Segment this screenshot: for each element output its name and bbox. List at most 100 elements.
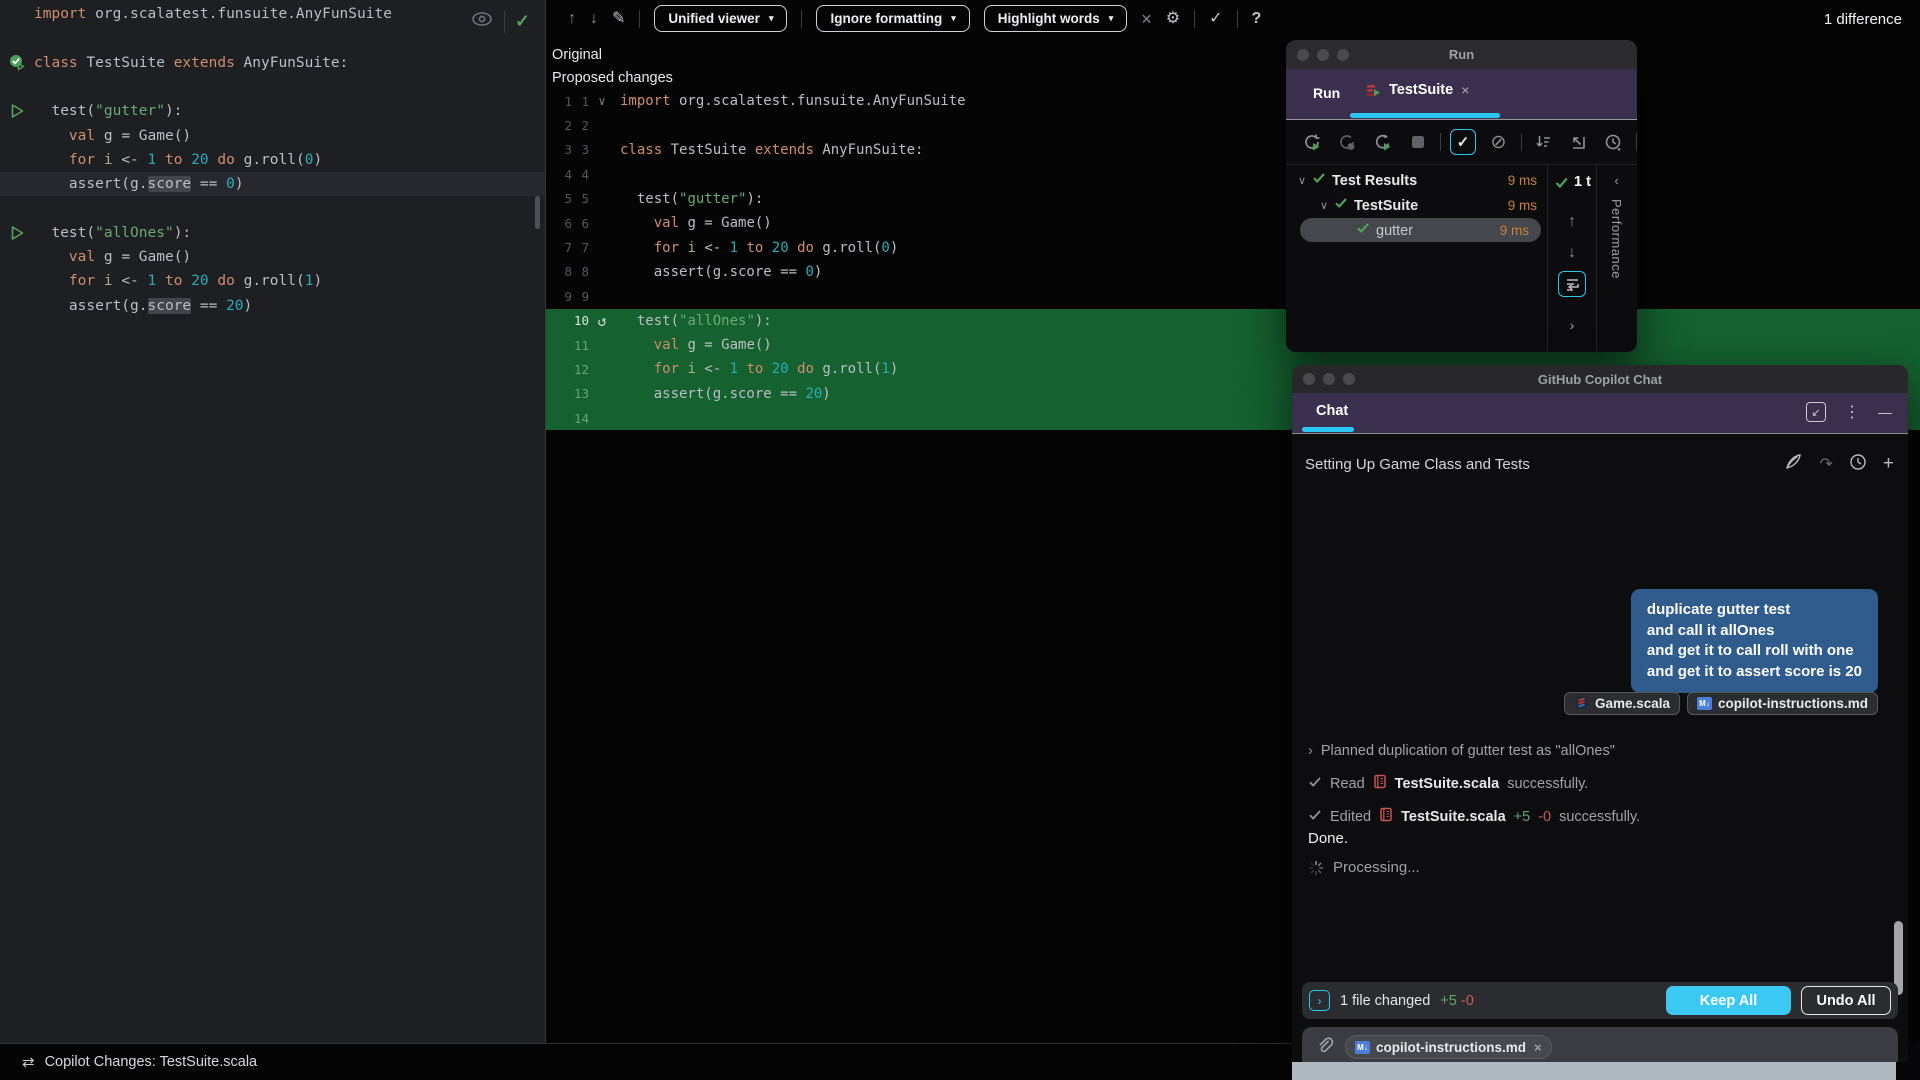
test-history-icon[interactable]	[1601, 129, 1627, 155]
highlight-words-dropdown[interactable]: Highlight words ▾	[983, 5, 1128, 32]
toggle-auto-test-icon[interactable]	[1369, 129, 1395, 155]
run-test-gutter-icon[interactable]	[0, 103, 34, 119]
expand-chevron-icon[interactable]: ∨	[1294, 174, 1310, 187]
test-results-tree: ∨ Test Results 9 ms ∨ TestSuite 9 ms gutter 9 m…	[1286, 165, 1548, 351]
history-icon[interactable]	[1849, 453, 1867, 476]
rerun-failed-tests-icon[interactable]	[1334, 129, 1360, 155]
test-tree-row[interactable]: ∨ Test Results 9 ms	[1286, 168, 1547, 193]
run-class-gutter-icon[interactable]	[0, 54, 34, 71]
zoom-window-button[interactable]	[1337, 48, 1349, 61]
panel-splitter[interactable]	[545, 0, 546, 1043]
new-chat-icon[interactable]: +	[1883, 453, 1894, 475]
ignore-formatting-dropdown[interactable]: Ignore formatting ▾	[816, 5, 970, 32]
code-line: class TestSuite extends AnyFunSuite:	[0, 51, 545, 75]
zoom-window-button[interactable]	[1343, 373, 1355, 385]
screen: Write a failing test Make the test pass …	[0, 0, 1920, 1080]
next-occurrence-icon[interactable]: ↓	[1568, 244, 1576, 262]
step-suffix: successfully.	[1507, 775, 1589, 792]
minimize-window-button[interactable]	[1323, 373, 1335, 385]
attachment-chip[interactable]: Game.scala	[1563, 692, 1680, 715]
toolbar-divider	[639, 9, 641, 28]
collapsed-step-row[interactable]: › Planned duplication of gutter test as "…	[1308, 734, 1888, 767]
expand-changes-icon[interactable]: ›	[1309, 990, 1330, 1011]
line-number-added: 12	[573, 361, 589, 377]
rerun-tests-icon[interactable]	[1299, 129, 1325, 155]
active-tab-underline	[1350, 113, 1500, 118]
chat-body: Setting Up Game Class and Tests ↷ + dupl…	[1292, 434, 1908, 1062]
test-passed-icon	[1312, 171, 1326, 190]
help-icon[interactable]: ?	[1252, 10, 1262, 27]
expand-chevron-icon[interactable]: ›	[1308, 743, 1313, 759]
test-tree-row[interactable]: gutter 9 ms	[1286, 218, 1547, 243]
window-controls[interactable]	[1303, 373, 1355, 385]
collapse-icon[interactable]: ×	[1141, 10, 1152, 28]
close-window-button[interactable]	[1303, 373, 1315, 385]
hide-panel-icon[interactable]: —	[1878, 404, 1892, 420]
test-duration: 9 ms	[1507, 173, 1537, 188]
code-text: test("allOnes"):	[620, 312, 772, 329]
more-chevron-icon[interactable]: ›	[1570, 317, 1575, 333]
next-change-icon[interactable]: ↓	[590, 10, 598, 27]
import-test-results-icon[interactable]	[1558, 271, 1586, 297]
context-chip[interactable]: M↓ copilot-instructions.md ×	[1345, 1035, 1552, 1059]
expand-chevron-icon[interactable]: ∨	[1316, 199, 1332, 212]
run-titlebar[interactable]: Run	[1286, 40, 1637, 69]
window-controls[interactable]	[1297, 48, 1349, 61]
show-passed-icon[interactable]: ✓	[1449, 129, 1477, 155]
tab-chat[interactable]: Chat	[1316, 403, 1348, 419]
diff-line: 22	[546, 113, 1920, 137]
diff-line: 55 test("gutter"):	[546, 187, 1920, 211]
previous-occurrence-icon[interactable]: ↑	[1568, 213, 1576, 231]
performance-tab[interactable]: Performance	[1609, 199, 1624, 279]
accepted-check-icon[interactable]: ✓	[515, 11, 530, 32]
user-message-line: and get it to assert score is 20	[1646, 662, 1862, 680]
icon-divider	[504, 10, 505, 33]
undo-all-button[interactable]: Undo All	[1801, 986, 1891, 1015]
close-window-button[interactable]	[1297, 48, 1309, 61]
revert-change-icon[interactable]: ↺	[589, 312, 615, 330]
viewer-mode-dropdown[interactable]: Unified viewer ▾	[654, 5, 788, 32]
code-line: for i <- 1 to 20 do g.roll(1)	[0, 269, 545, 293]
chat-titlebar[interactable]: GitHub Copilot Chat	[1292, 365, 1908, 393]
attach-paperclip-icon[interactable]	[1316, 1036, 1334, 1059]
remove-chip-icon[interactable]: ×	[1534, 1040, 1542, 1055]
options-kebab-icon[interactable]: ⋮	[1844, 402, 1860, 422]
edit-session-icon[interactable]	[1784, 452, 1803, 476]
line-number-before: 9	[564, 288, 572, 304]
redo-icon[interactable]: ↷	[1819, 454, 1832, 474]
chat-input-panel[interactable]: M↓ copilot-instructions.md × Add context…	[1302, 1027, 1898, 1062]
minimize-window-button[interactable]	[1317, 48, 1329, 61]
compare-arrows-icon: ⇄	[22, 1054, 35, 1071]
line-number-after: 5	[581, 191, 589, 207]
step-check-icon	[1308, 808, 1322, 826]
tab-run[interactable]: Run	[1313, 85, 1340, 101]
fold-chevron-icon[interactable]: ∨	[589, 94, 615, 108]
run-test-gutter-icon[interactable]	[0, 225, 34, 241]
show-ignored-icon[interactable]: ⊘	[1485, 129, 1511, 155]
sort-by-duration-icon[interactable]	[1530, 129, 1556, 155]
code-line: test("gutter"):	[0, 99, 545, 123]
test-tree-row[interactable]: ∨ TestSuite 9 ms	[1286, 193, 1547, 218]
status-bar-label: Copilot Changes: TestSuite.scala	[44, 1054, 258, 1070]
diff-line: 44	[546, 162, 1920, 186]
apply-check-icon[interactable]: ✓	[1209, 10, 1222, 27]
attachment-name: copilot-instructions.md	[1718, 696, 1868, 711]
attachment-chip[interactable]: M↓ copilot-instructions.md	[1687, 692, 1878, 715]
stop-icon[interactable]	[1405, 129, 1431, 155]
settings-gear-icon[interactable]: ⚙	[1166, 10, 1180, 27]
dock-window-icon[interactable]: ↙	[1806, 402, 1826, 422]
previous-change-icon[interactable]: ↑	[568, 10, 576, 27]
step-file-link[interactable]: TestSuite.scala	[1401, 809, 1506, 825]
collapse-chevron-icon[interactable]: ‹	[1614, 173, 1618, 188]
edit-icon[interactable]: ✎	[612, 10, 625, 27]
tab-testsuite[interactable]: TestSuite ×	[1366, 82, 1469, 98]
step-file-link[interactable]: TestSuite.scala	[1395, 776, 1500, 792]
done-label: Done.	[1308, 830, 1349, 847]
close-tab-icon[interactable]: ×	[1461, 82, 1469, 98]
navigate-to-source-icon[interactable]	[1566, 129, 1592, 155]
editor-scrollbar[interactable]	[535, 196, 540, 229]
preview-eye-icon[interactable]	[470, 7, 494, 36]
test-passed-icon	[1356, 221, 1370, 240]
keep-all-button[interactable]: Keep All	[1666, 986, 1791, 1015]
tool-step-row: Edited TestSuite.scala +5 -0 successfully.	[1308, 800, 1888, 833]
